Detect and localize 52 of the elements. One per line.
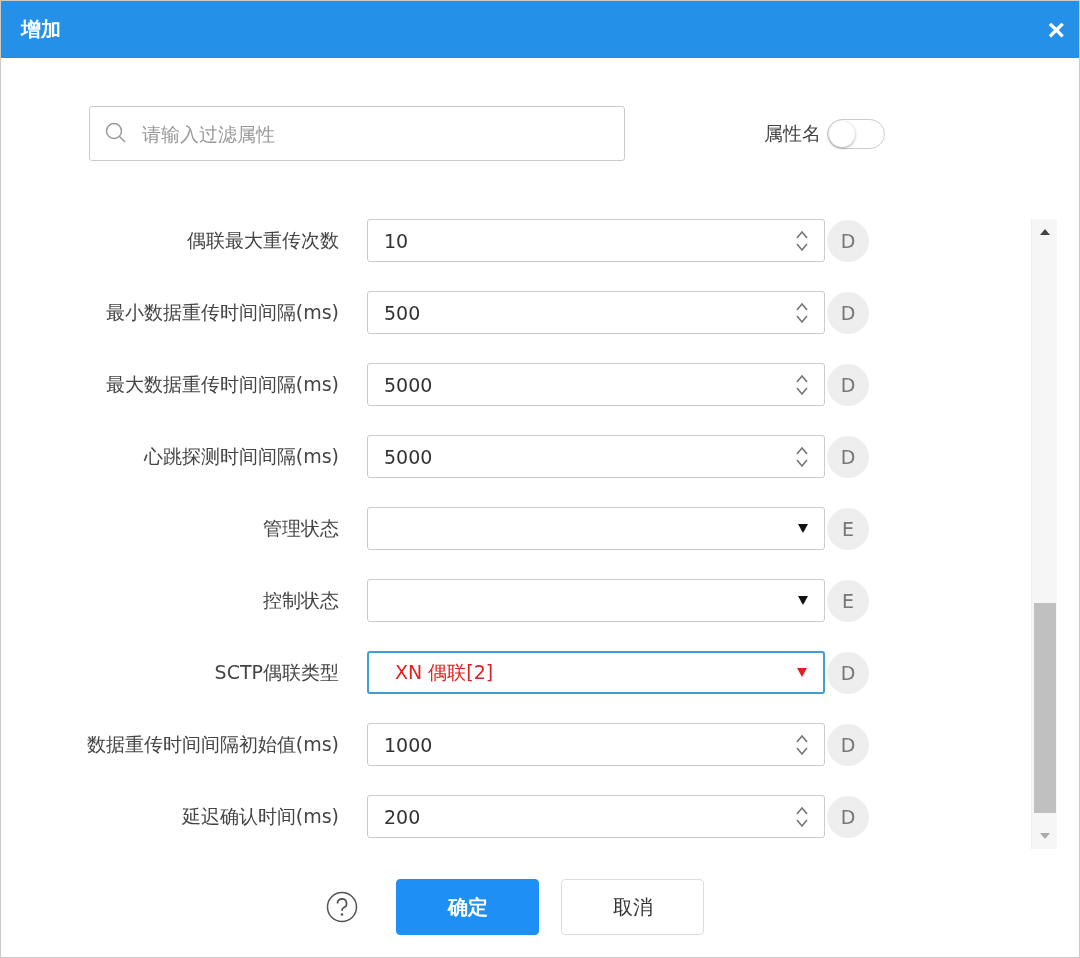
type-badge: D bbox=[827, 723, 869, 766]
field-value: 5000 bbox=[384, 373, 433, 396]
field-value: 200 bbox=[384, 805, 421, 828]
number-field[interactable]: 500 bbox=[367, 291, 825, 334]
type-badge: D bbox=[827, 435, 869, 478]
toggle-switch[interactable] bbox=[827, 118, 885, 149]
number-field[interactable]: 1000 bbox=[367, 723, 825, 766]
spinner-icon[interactable] bbox=[796, 229, 808, 252]
scroll-up-arrow-icon[interactable] bbox=[1039, 229, 1050, 235]
number-field[interactable]: 5000 bbox=[367, 363, 825, 406]
field-value: 10 bbox=[384, 229, 409, 252]
field-value: 5000 bbox=[384, 445, 433, 468]
field-label: 控制状态 bbox=[262, 587, 340, 613]
window-title: 增加 bbox=[21, 16, 61, 43]
search-field[interactable]: 请输入过滤属性 bbox=[89, 106, 625, 161]
spinner-icon[interactable] bbox=[796, 301, 808, 324]
field-label: 心跳探测时间间隔(ms) bbox=[142, 443, 340, 469]
caret-icon bbox=[797, 668, 807, 677]
type-badge: D bbox=[827, 651, 869, 694]
cancel-button[interactable]: 取消 bbox=[561, 879, 704, 935]
toggle-label: 属性名 bbox=[764, 120, 821, 146]
field-label: 延迟确认时间(ms) bbox=[180, 803, 340, 829]
spinner-icon[interactable] bbox=[796, 805, 808, 828]
spinner-icon[interactable] bbox=[796, 733, 808, 756]
field-label: 管理状态 bbox=[262, 515, 340, 541]
dropdown-field[interactable]: XN 偶联[2] bbox=[367, 651, 825, 694]
field-label: SCTP偶联类型 bbox=[213, 659, 340, 685]
help-icon[interactable] bbox=[326, 891, 358, 923]
field-label: 数据重传时间间隔初始值(ms) bbox=[85, 731, 340, 757]
dropdown-field[interactable] bbox=[367, 507, 825, 550]
type-badge: D bbox=[827, 363, 869, 406]
type-badge: E bbox=[827, 507, 869, 550]
field-value: 1000 bbox=[384, 733, 433, 756]
dropdown-field[interactable] bbox=[367, 579, 825, 622]
field-label: 最小数据重传时间间隔(ms) bbox=[104, 299, 340, 325]
number-field[interactable]: 200 bbox=[367, 795, 825, 838]
caret-icon bbox=[798, 524, 808, 533]
type-badge: D bbox=[827, 291, 869, 334]
spinner-icon[interactable] bbox=[796, 373, 808, 396]
field-label: 偶联最大重传次数 bbox=[186, 227, 340, 253]
field-value: XN 偶联[2] bbox=[394, 659, 494, 685]
scrollbar[interactable] bbox=[1031, 219, 1057, 849]
field-label: 最大数据重传时间间隔(ms) bbox=[104, 371, 340, 397]
spinner-icon[interactable] bbox=[796, 445, 808, 468]
type-badge: D bbox=[827, 795, 869, 838]
field-value: 500 bbox=[384, 301, 421, 324]
type-badge: E bbox=[827, 579, 869, 622]
number-field[interactable]: 5000 bbox=[367, 435, 825, 478]
caret-icon bbox=[798, 596, 808, 605]
type-badge: D bbox=[827, 219, 869, 262]
search-icon bbox=[105, 122, 127, 144]
number-field[interactable]: 10 bbox=[367, 219, 825, 262]
